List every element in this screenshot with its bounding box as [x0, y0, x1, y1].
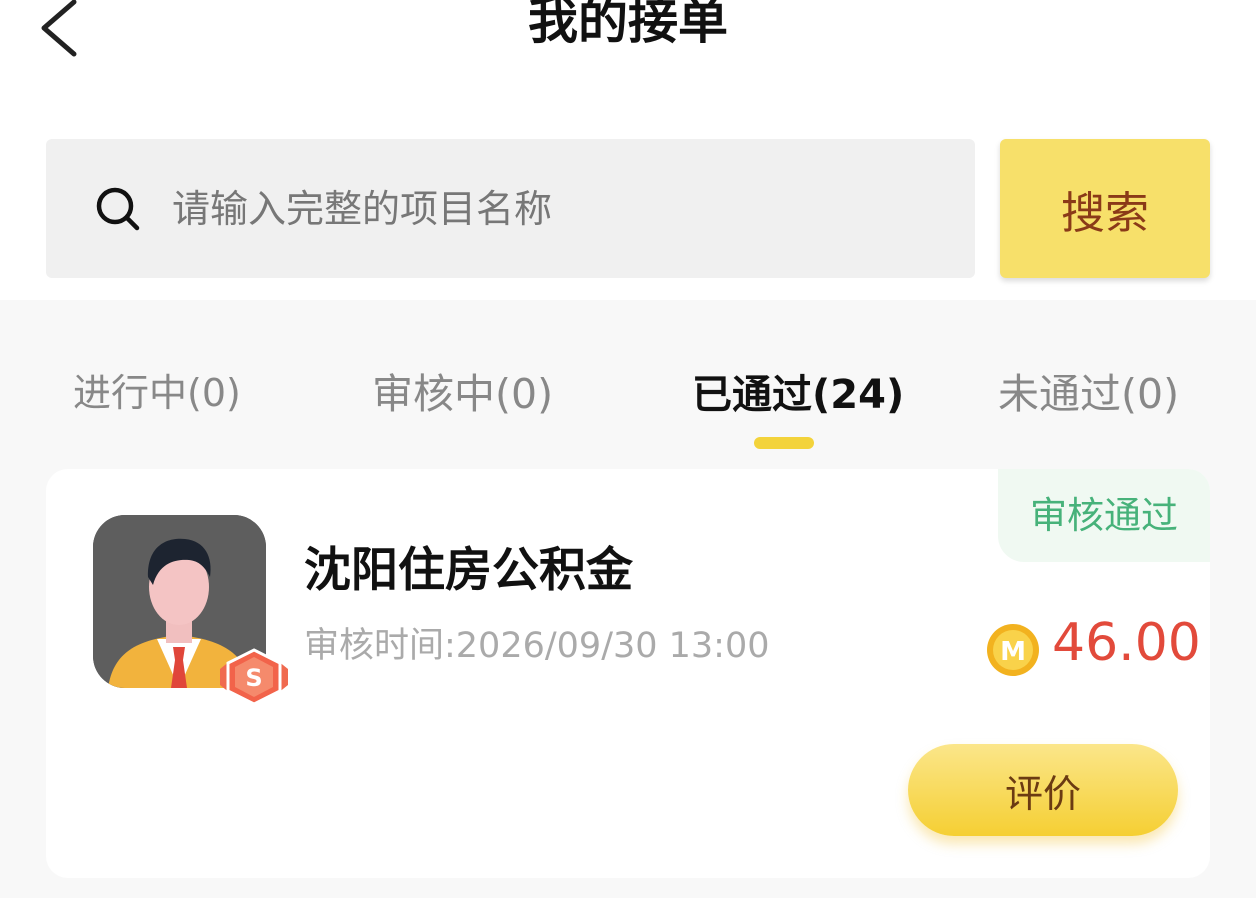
reward-amount: 46.00 — [1052, 613, 1201, 673]
tab-under-review[interactable]: 审核中(0) — [372, 360, 553, 420]
page-title: 我的接单 — [528, 0, 728, 50]
rate-button[interactable]: 评价 — [908, 744, 1178, 836]
status-tabs: 进行中(0) 审核中(0) 已通过(24) 未通过(0) — [0, 340, 1256, 450]
level-s-badge-icon: S — [220, 648, 288, 706]
tab-approved[interactable]: 已通过(24) — [692, 362, 904, 420]
tab-in-progress[interactable]: 进行中(0) — [73, 362, 241, 417]
review-time: 审核时间:2026/09/30 13:00 — [304, 626, 770, 666]
status-badge: 审核通过 — [998, 469, 1210, 562]
svg-text:M: M — [1000, 637, 1026, 667]
search-input[interactable] — [172, 170, 952, 248]
search-icon — [96, 187, 140, 231]
header: 我的接单 搜索 — [0, 0, 1256, 300]
project-name: 沈阳住房公积金 — [304, 543, 633, 598]
order-card[interactable]: 审核通过 S 沈阳住房公积金 审核时间:2026/09/30 13:00 M 4… — [46, 469, 1210, 878]
svg-text:S: S — [245, 664, 262, 692]
active-tab-indicator — [754, 437, 814, 449]
tab-rejected[interactable]: 未通过(0) — [998, 360, 1179, 420]
m-coin-icon: M — [987, 624, 1039, 676]
search-button[interactable]: 搜索 — [1000, 139, 1210, 278]
